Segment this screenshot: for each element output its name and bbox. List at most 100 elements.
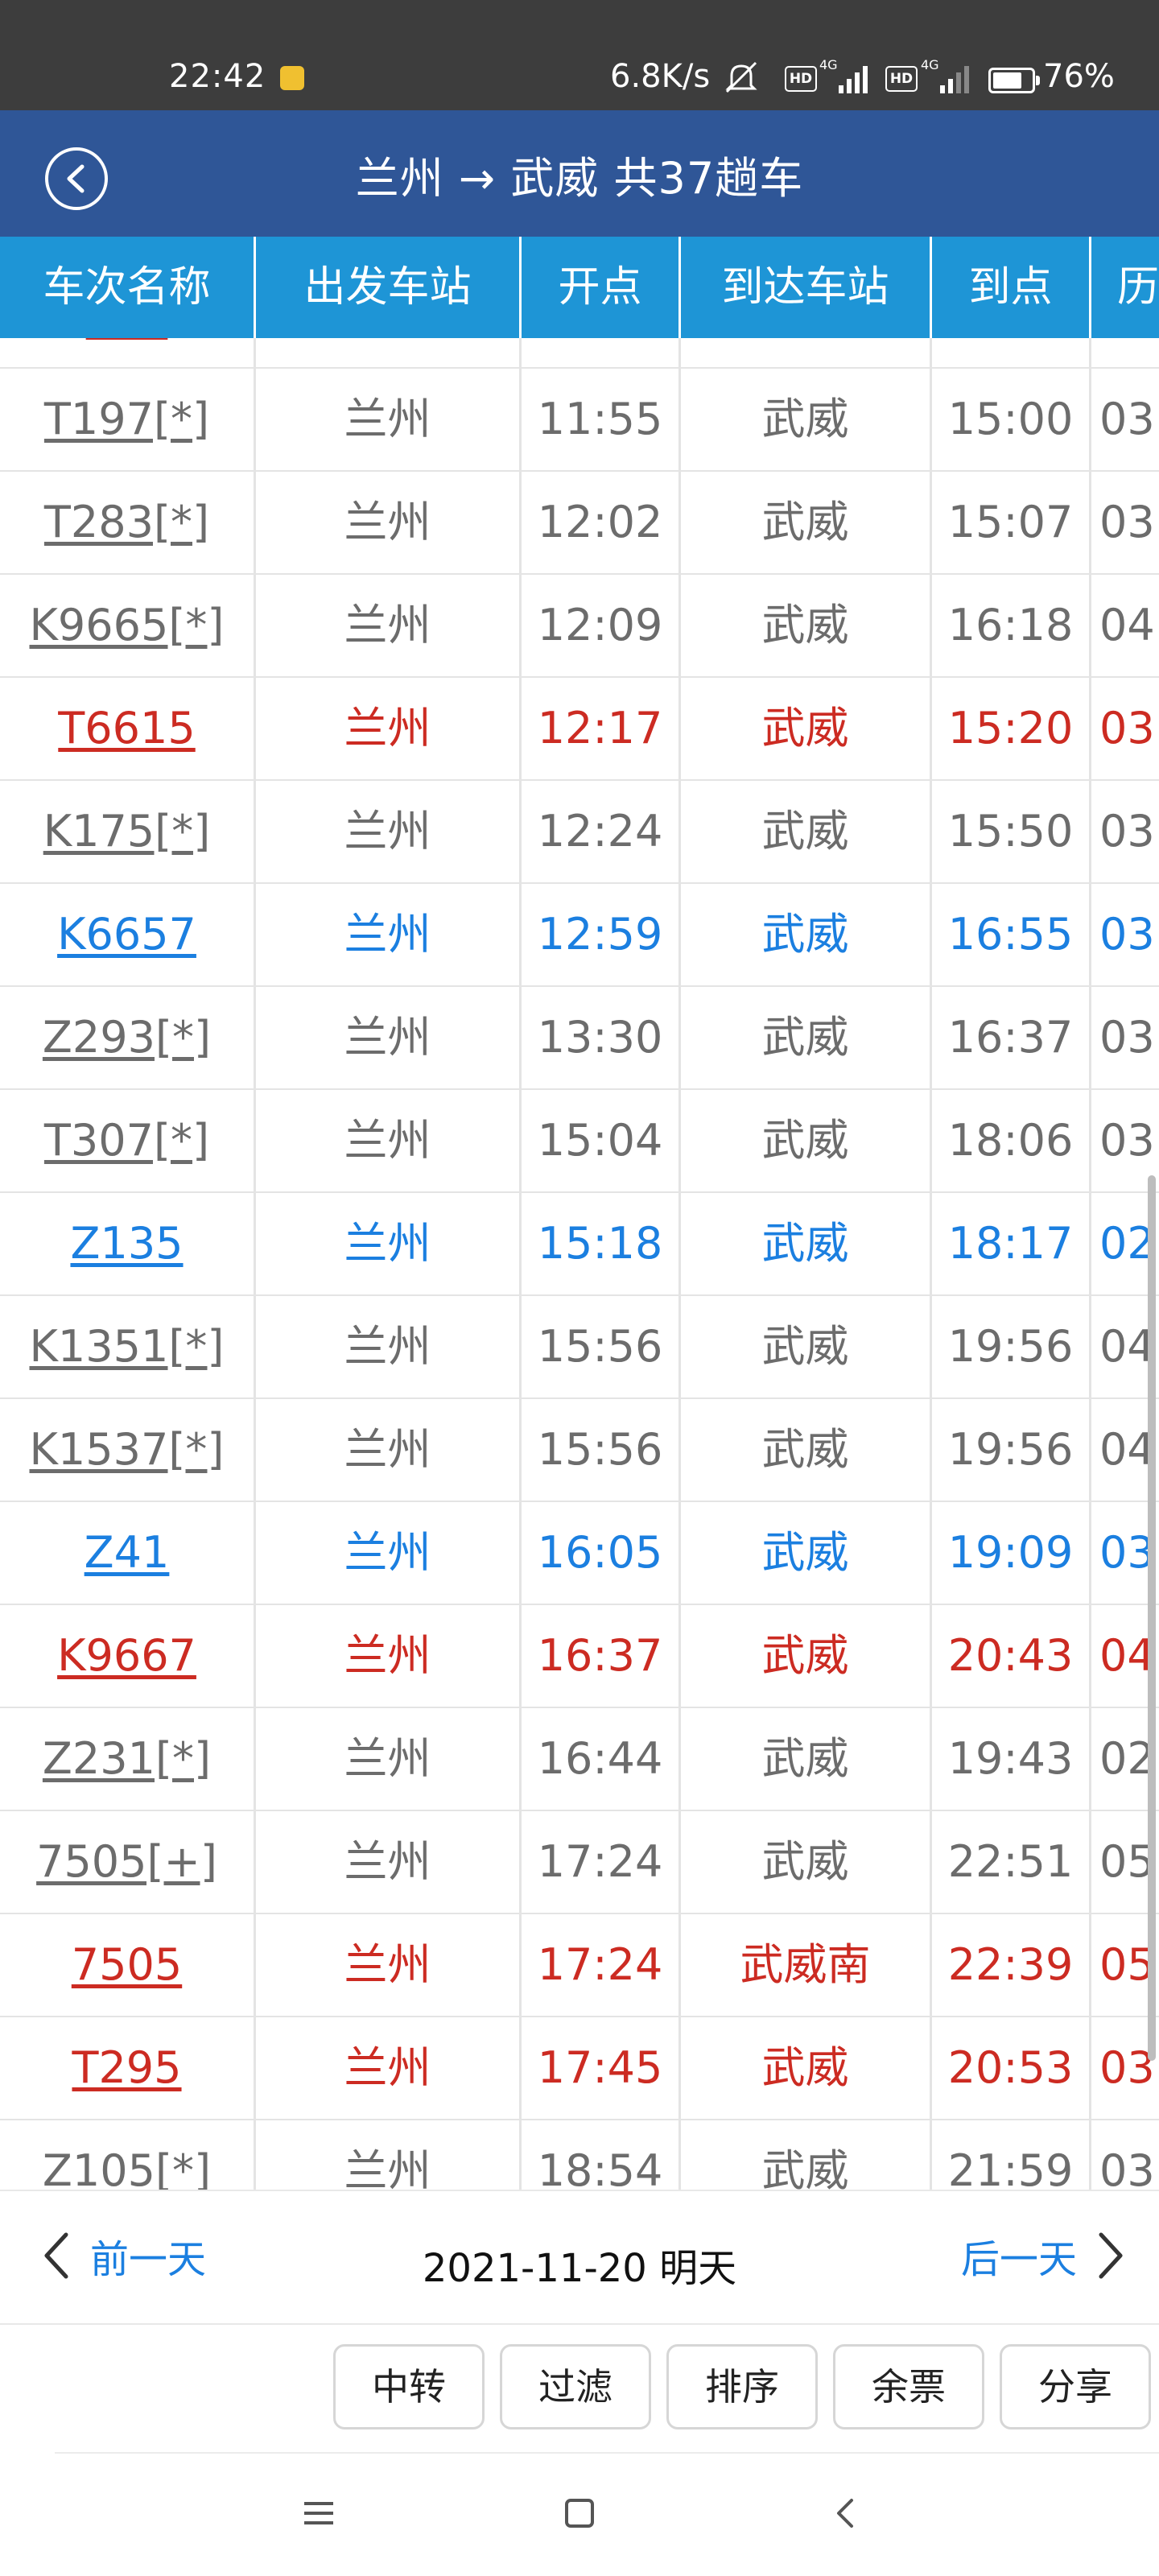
train-link[interactable]: K175[*] <box>43 806 211 857</box>
to-station-cell: 武威 <box>681 338 932 367</box>
table-row[interactable]: K9667 兰州 16:37 武威 20:43 04 <box>0 1605 1159 1708</box>
table-row[interactable]: K9665[*] 兰州 12:09 武威 16:18 04 <box>0 575 1159 678</box>
train-cell[interactable]: Z105[*] <box>0 2120 256 2190</box>
status-bar: 22:42 6.8K/s HD 4G HD 4G 76% <box>0 0 1159 110</box>
table-row[interactable]: T307[*] 兰州 15:04 武威 18:06 03 <box>0 1090 1159 1193</box>
table-row[interactable]: T295 兰州 17:45 武威 20:53 03 <box>0 2017 1159 2120</box>
train-link[interactable]: T6.. <box>86 338 168 341</box>
signal-4g-icon: 4G <box>819 58 868 93</box>
column-header-train[interactable]: 车次名称 <box>0 237 256 338</box>
train-cell[interactable]: Z231[*] <box>0 1708 256 1810</box>
column-header-from[interactable]: 出发车站 <box>256 237 522 338</box>
depart-time-cell: 18:54 <box>522 2120 681 2190</box>
from-station-cell: 兰州 <box>256 338 522 367</box>
train-cell[interactable]: T295 <box>0 2017 256 2119</box>
train-link[interactable]: 7505 <box>72 1939 182 1990</box>
train-cell[interactable]: K175[*] <box>0 781 256 882</box>
train-link[interactable]: T295 <box>72 2042 181 2093</box>
train-link[interactable]: Z135 <box>70 1218 183 1269</box>
table-row[interactable]: T197[*] 兰州 11:55 武威 15:00 03 <box>0 369 1159 472</box>
train-cell[interactable]: T197[*] <box>0 369 256 470</box>
from-station-cell: 兰州 <box>256 1296 522 1397</box>
train-link[interactable]: K1537[*] <box>30 1424 225 1475</box>
battery-icon <box>988 68 1040 93</box>
depart-time-cell: 15:56 <box>522 1399 681 1501</box>
train-cell[interactable]: K1351[*] <box>0 1296 256 1397</box>
system-nav-bar <box>0 2455 1159 2576</box>
train-link[interactable]: Z105[*] <box>43 2145 211 2190</box>
train-link[interactable]: 7505[+] <box>36 1836 217 1887</box>
back-triangle-icon[interactable] <box>829 2497 861 2529</box>
table-row[interactable]: Z41 兰州 16:05 武威 19:09 03 <box>0 1502 1159 1605</box>
column-header-to[interactable]: 到达车站 <box>681 237 932 338</box>
arrive-time-cell: 19:09 <box>932 1502 1091 1604</box>
from-station-cell: 兰州 <box>256 2017 522 2119</box>
depart-time-cell: 17:45 <box>522 2017 681 2119</box>
column-header-depart[interactable]: 开点 <box>522 237 681 338</box>
column-header-duration[interactable]: 历 <box>1091 237 1159 338</box>
to-station-cell: 武威南 <box>681 1914 932 2016</box>
status-time: 22:42 <box>169 58 266 95</box>
table-row[interactable]: Z105[*] 兰州 18:54 武威 21:59 03 <box>0 2120 1159 2190</box>
column-header-arrive[interactable]: 到点 <box>932 237 1091 338</box>
train-cell[interactable]: Z293[*] <box>0 987 256 1088</box>
transfer-button[interactable]: 中转 <box>333 2344 485 2429</box>
menu-icon[interactable] <box>301 2497 336 2529</box>
arrive-time-cell: 20:53 <box>932 2017 1091 2119</box>
train-link[interactable]: K1351[*] <box>30 1321 225 1372</box>
table-row[interactable]: Z231[*] 兰州 16:44 武威 19:43 02 <box>0 1708 1159 1811</box>
train-cell[interactable]: T307[*] <box>0 1090 256 1191</box>
train-cell[interactable]: K9667 <box>0 1605 256 1707</box>
to-station-cell: 武威 <box>681 987 932 1088</box>
share-button[interactable]: 分享 <box>1000 2344 1151 2429</box>
remaining-tickets-button[interactable]: 余票 <box>833 2344 984 2429</box>
table-row[interactable]: T6.. 兰州11:4.武威14:..03 <box>0 338 1159 369</box>
train-cell[interactable]: T6615 <box>0 678 256 779</box>
to-station-cell: 武威 <box>681 1708 932 1810</box>
to-station-cell: 武威 <box>681 1502 932 1604</box>
train-link[interactable]: T283[*] <box>44 497 209 547</box>
train-cell[interactable]: K6657 <box>0 884 256 985</box>
train-link[interactable]: K9667 <box>57 1630 196 1681</box>
to-station-cell: 武威 <box>681 2120 932 2190</box>
table-row[interactable]: T6615 兰州 12:17 武威 15:20 03 <box>0 678 1159 781</box>
train-link[interactable]: K9665[*] <box>30 600 225 650</box>
arrive-time-cell: 16:55 <box>932 884 1091 985</box>
scrollbar[interactable] <box>1148 1175 1156 2061</box>
next-day-label: 后一天 <box>960 2237 1077 2282</box>
table-row[interactable]: K175[*] 兰州 12:24 武威 15:50 03 <box>0 781 1159 884</box>
train-cell[interactable]: K9665[*] <box>0 575 256 676</box>
train-link[interactable]: Z231[*] <box>43 1733 211 1784</box>
filter-button[interactable]: 过滤 <box>500 2344 651 2429</box>
depart-time-cell: 15:04 <box>522 1090 681 1191</box>
train-table[interactable]: T6..兰州11:4.武威14:..03T197[*]兰州11:55武威15:0… <box>0 338 1159 2190</box>
table-row[interactable]: K6657 兰州 12:59 武威 16:55 03 <box>0 884 1159 987</box>
table-row[interactable]: 7505 兰州 17:24 武威南 22:39 05 <box>0 1914 1159 2017</box>
train-link[interactable]: T307[*] <box>44 1115 209 1166</box>
table-row[interactable]: Z135 兰州 15:18 武威 18:17 02 <box>0 1193 1159 1296</box>
table-row[interactable]: K1351[*] 兰州 15:56 武威 19:56 04 <box>0 1296 1159 1399</box>
train-link[interactable]: Z41 <box>85 1527 170 1578</box>
table-row[interactable]: K1537[*] 兰州 15:56 武威 19:56 04 <box>0 1399 1159 1502</box>
train-link[interactable]: K6657 <box>57 909 196 960</box>
sort-button[interactable]: 排序 <box>666 2344 818 2429</box>
train-cell[interactable]: T283[*] <box>0 472 256 573</box>
train-link[interactable]: T197[*] <box>44 394 209 444</box>
from-station-cell: 兰州 <box>256 1708 522 1810</box>
table-row[interactable]: T283[*] 兰州 12:02 武威 15:07 03 <box>0 472 1159 575</box>
train-cell[interactable]: K1537[*] <box>0 1399 256 1501</box>
train-link[interactable]: T6615 <box>58 703 195 753</box>
table-row[interactable]: 7505[+] 兰州 17:24 武威 22:51 05 <box>0 1811 1159 1914</box>
train-link[interactable]: Z293[*] <box>43 1012 211 1063</box>
train-cell[interactable]: 7505[+] <box>0 1811 256 1913</box>
to-station-cell: 武威 <box>681 369 932 470</box>
table-row[interactable]: Z293[*] 兰州 13:30 武威 16:37 03 <box>0 987 1159 1090</box>
train-cell[interactable]: 7505 <box>0 1914 256 2016</box>
train-cell[interactable]: Z41 <box>0 1502 256 1604</box>
train-cell[interactable]: Z135 <box>0 1193 256 1294</box>
depart-time-cell: 15:56 <box>522 1296 681 1397</box>
home-square-icon[interactable] <box>563 2497 596 2529</box>
next-day-button[interactable]: 后一天 <box>961 2223 1127 2288</box>
battery-percent: 76% <box>1043 58 1115 95</box>
train-cell[interactable]: T6.. <box>0 338 256 367</box>
